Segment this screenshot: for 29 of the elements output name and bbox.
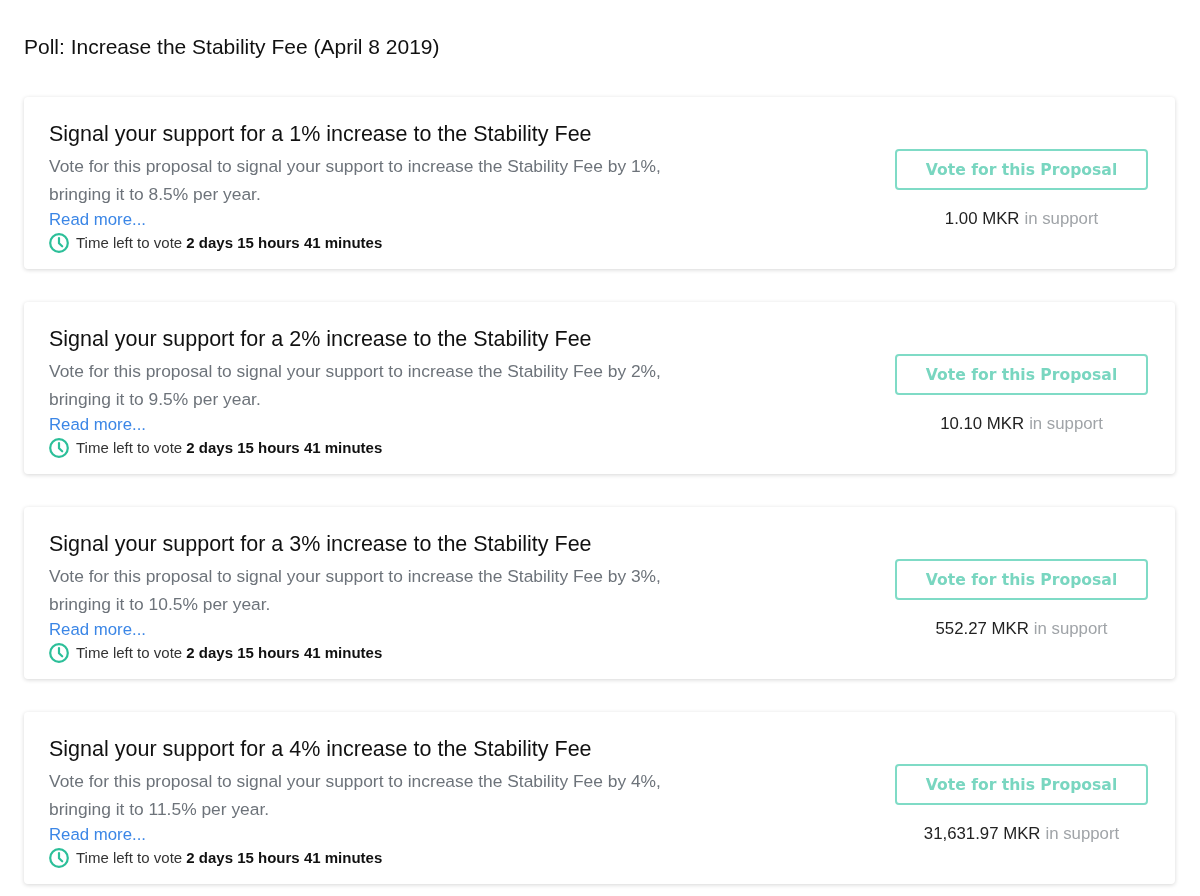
time-left-text: Time left to vote 2 days 15 hours 41 minutes [76, 438, 383, 458]
support-label: in support [1033, 618, 1108, 640]
poll-title: Poll: Increase the Stability Fee (April 8 2019) [24, 34, 441, 60]
time-left-text: Time left to vote 2 days 15 hours 41 minutes [76, 848, 383, 868]
proposal-description: Vote for this proposal to signal your support to increase the Stability Fee by 4%, bringing it to 11.5% per year. [49, 770, 662, 821]
proposal-description: Vote for this proposal to signal your support to increase the Stability Fee by 2%, bringing it to 9.5% per year. [49, 360, 662, 411]
read-more-link[interactable]: Read more... [49, 618, 146, 642]
clock-icon [49, 233, 69, 253]
read-more-link[interactable]: Read more... [49, 413, 146, 437]
clock-icon [49, 848, 69, 868]
proposal-title: Signal your support for a 1% increase to the Stability Fee [49, 121, 592, 148]
time-left-text: Time left to vote 2 days 15 hours 41 minutes [76, 643, 383, 663]
proposal-title: Signal your support for a 2% increase to the Stability Fee [49, 326, 592, 353]
proposal-title: Signal your support for a 3% increase to the Stability Fee [49, 531, 592, 558]
clock-icon [49, 438, 69, 458]
proposal-description: Vote for this proposal to signal your support to increase the Stability Fee by 3%, bringing it to 10.5% per year. [49, 565, 662, 616]
support-label: in support [1045, 823, 1120, 845]
support-label: in support [1029, 413, 1103, 435]
support-amount: 31,631.97 MKR [923, 823, 1041, 845]
support-amount: 552.27 MKR [935, 618, 1029, 640]
proposal-description: Vote for this proposal to signal your support to increase the Stability Fee by 1%, bringing it to 8.5% per year. [49, 155, 662, 206]
read-more-link[interactable]: Read more... [49, 208, 146, 232]
clock-icon [49, 643, 69, 663]
proposal-title: Signal your support for a 4% increase to the Stability Fee [49, 736, 592, 763]
read-more-link[interactable]: Read more... [49, 823, 146, 847]
support-label: in support [1024, 208, 1099, 230]
support-amount: 1.00 MKR [944, 208, 1020, 230]
support-amount: 10.10 MKR [940, 413, 1025, 435]
time-left-text: Time left to vote 2 days 15 hours 41 minutes [76, 233, 383, 253]
